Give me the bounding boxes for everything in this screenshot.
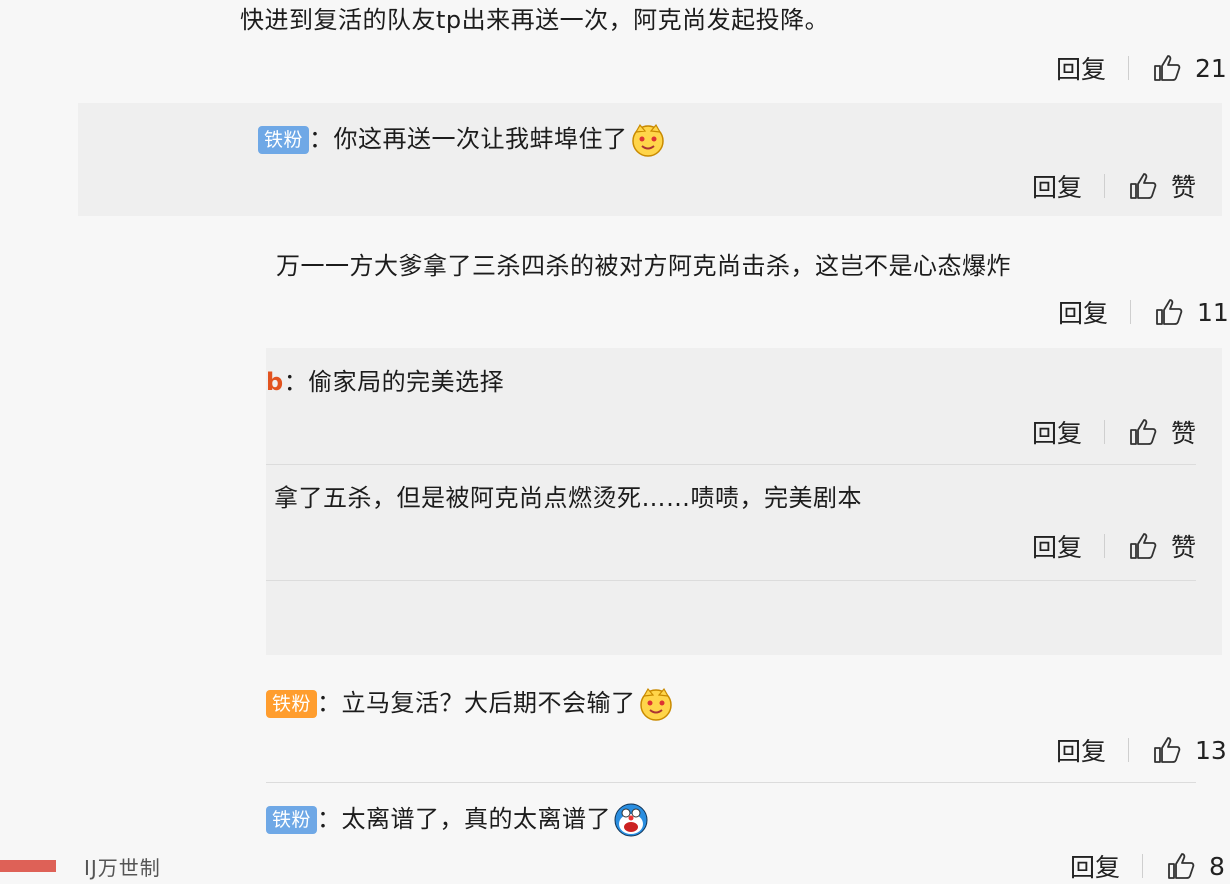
sub-reply-content: ：你这再送一次让我蚌埠住了: [309, 125, 628, 153]
like-button[interactable]: 21: [1151, 52, 1227, 84]
sub-reply-text: b：偷家局的完美选择: [266, 366, 504, 398]
like-count: 赞: [1171, 173, 1197, 202]
thumbs-up-icon: [1130, 173, 1157, 199]
comment-actions: 回复 21: [1056, 50, 1227, 86]
like-count: 8: [1209, 851, 1225, 881]
fan-badge: 铁粉: [258, 126, 310, 154]
like-count: 11: [1197, 297, 1229, 327]
like-button[interactable]: 8: [1165, 850, 1225, 882]
thumbs-up-icon: [1130, 533, 1157, 559]
like-count: 赞: [1171, 533, 1197, 562]
divider: [266, 580, 1196, 581]
separator: [1104, 420, 1106, 444]
separator: [1104, 534, 1106, 558]
separator: [1104, 174, 1106, 198]
like-button[interactable]: 11: [1153, 296, 1229, 328]
reply-button[interactable]: 回复: [1032, 528, 1082, 564]
comment-content: ：立马复活？大后期不会输了: [317, 689, 636, 717]
comment-text: 铁粉 ：立马复活？大后期不会输了: [266, 686, 674, 722]
comment-text: 铁粉 ：太离谱了，真的太离谱了: [266, 802, 649, 838]
fan-badge: 铁粉: [266, 690, 318, 718]
separator: [1130, 300, 1132, 324]
reply-button[interactable]: 回复: [1070, 848, 1120, 884]
comment-actions: 回复 赞: [1032, 414, 1196, 450]
comment-actions: 回复 8: [1070, 848, 1225, 884]
separator: [1142, 854, 1144, 878]
cat-face-emoji: [631, 123, 664, 157]
truncated-username: b: [266, 368, 284, 396]
thumbs-up-icon: [1168, 853, 1195, 879]
watermark-logo: [0, 860, 56, 872]
fan-badge: 铁粉: [266, 806, 318, 834]
reply-button[interactable]: 回复: [1056, 50, 1106, 86]
thumbs-up-icon: [1154, 737, 1181, 763]
sub-reply-text: 拿了五杀，但是被阿克尚点燃烫死……啧啧，完美剧本: [274, 484, 862, 512]
like-button[interactable]: 13: [1151, 734, 1227, 766]
separator: [1128, 738, 1130, 762]
comment-text: 万一一方大爹拿了三杀四杀的被对方阿克尚击杀，这岂不是心态爆炸: [276, 252, 1011, 280]
separator: [1128, 56, 1130, 80]
comment-actions: 回复 赞: [1032, 528, 1196, 564]
like-count: 13: [1195, 735, 1227, 765]
like-button[interactable]: 赞: [1127, 414, 1196, 450]
reply-button[interactable]: 回复: [1032, 168, 1082, 204]
cat-face-emoji: [639, 687, 672, 721]
thumbs-up-icon: [1156, 299, 1183, 325]
comment-content: ：太离谱了，真的太离谱了: [317, 805, 612, 833]
like-button[interactable]: 赞: [1127, 528, 1196, 564]
divider: [266, 782, 1196, 783]
sub-reply-content: ：偷家局的完美选择: [283, 368, 505, 396]
divider: [266, 464, 1196, 465]
sub-reply-text: 铁粉 ：你这再送一次让我蚌埠住了: [258, 122, 666, 158]
like-count: 赞: [1171, 419, 1197, 448]
watermark-text: IJ万世制: [84, 856, 161, 880]
like-button[interactable]: 赞: [1127, 168, 1196, 204]
comment-actions: 回复 13: [1056, 732, 1227, 768]
reply-button[interactable]: 回复: [1058, 294, 1108, 330]
like-count: 21: [1195, 53, 1227, 83]
thumbs-up-icon: [1130, 419, 1157, 445]
doraemon-emoji: [614, 803, 648, 837]
thumbs-up-icon: [1154, 55, 1181, 81]
reply-button[interactable]: 回复: [1056, 732, 1106, 768]
reply-button[interactable]: 回复: [1032, 414, 1082, 450]
comment-text: 快进到复活的队友tp出来再送一次，阿克尚发起投降。: [240, 6, 830, 34]
comment-actions: 回复 11: [1058, 294, 1229, 330]
comment-actions: 回复 赞: [1032, 168, 1196, 204]
